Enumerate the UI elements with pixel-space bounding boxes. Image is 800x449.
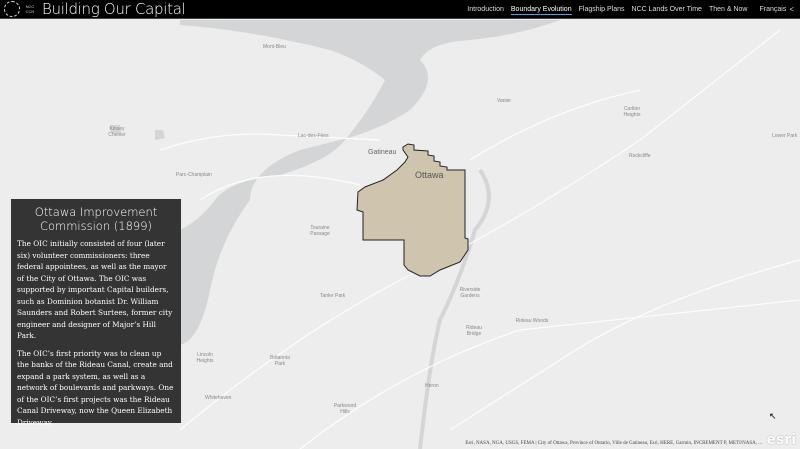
map-label: Parkwood Hills bbox=[333, 403, 357, 415]
map-label: Lac-des-Fées bbox=[298, 133, 329, 139]
map-label-ottawa: Ottawa bbox=[415, 170, 444, 180]
map-label: Riverside Gardens bbox=[459, 287, 481, 299]
header: NCC CCN Building Our Capital Introductio… bbox=[0, 0, 800, 19]
panel-paragraph: The OIC initially consisted of four (lat… bbox=[17, 239, 173, 340]
mouse-cursor-icon: ↖ bbox=[769, 411, 777, 421]
ncc-logo-icon[interactable] bbox=[4, 1, 20, 17]
map-label: Whitehaven bbox=[205, 395, 232, 401]
nav-then-now[interactable]: Then & Now bbox=[709, 5, 748, 14]
language-toggle[interactable]: Français bbox=[759, 6, 786, 13]
map-label: Lower Park bbox=[772, 133, 798, 139]
map-label: Touraine Passage bbox=[310, 225, 330, 237]
app-title: Building Our Capital bbox=[42, 0, 186, 18]
nav-boundary-evolution[interactable]: Boundary Evolution bbox=[510, 5, 572, 15]
share-icon[interactable]: < bbox=[789, 5, 794, 14]
map-label: Kinsey Chenier bbox=[108, 126, 126, 138]
map-label: Rideau Woods bbox=[515, 318, 549, 324]
panel-title: Ottawa Improvement Commission (1899) bbox=[34, 205, 158, 233]
map-label: Heron bbox=[425, 383, 439, 389]
map-label-gatineau: Gatineau bbox=[368, 149, 397, 156]
map-attribution: Esri, NASA, NGA, USGS, FEMA | City of Ot… bbox=[465, 441, 762, 446]
map-label: Mont-Bleu bbox=[263, 44, 286, 50]
map-label: Vanier bbox=[497, 98, 512, 104]
nav-introduction[interactable]: Introduction bbox=[467, 5, 504, 14]
map-label: Rockcliffe bbox=[629, 153, 651, 159]
map-label: Parc-Champlain bbox=[176, 172, 212, 178]
map-label: Britannia Park bbox=[270, 355, 290, 367]
map-label: Carlton Heights bbox=[623, 106, 641, 118]
map-label: Lincoln Heights bbox=[196, 352, 214, 364]
logo-text: NCC CCN bbox=[25, 4, 35, 14]
panel-paragraph: The OIC’s first priority was to clean up… bbox=[17, 348, 174, 427]
nav-flagship-plans[interactable]: Flagship Plans bbox=[579, 5, 625, 14]
nav-ncc-lands[interactable]: NCC Lands Over Time bbox=[632, 5, 702, 14]
esri-logo: esri bbox=[766, 432, 796, 448]
nav: Introduction Boundary Evolution Flagship… bbox=[467, 0, 800, 19]
map-label: Rideau Bridge bbox=[466, 325, 482, 337]
info-panel: Ottawa Improvement Commission (1899) The… bbox=[11, 199, 181, 427]
map-label: Tanler Park bbox=[320, 293, 346, 299]
